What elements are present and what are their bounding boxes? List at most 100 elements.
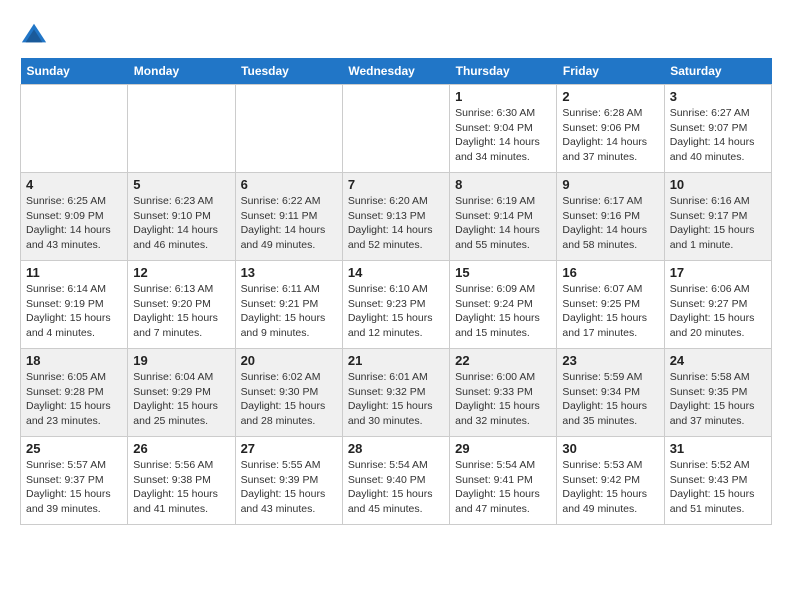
day-info: Sunrise: 6:11 AMSunset: 9:21 PMDaylight:… bbox=[241, 282, 337, 341]
day-number: 22 bbox=[455, 353, 551, 368]
day-header-wednesday: Wednesday bbox=[342, 58, 449, 85]
days-header-row: SundayMondayTuesdayWednesdayThursdayFrid… bbox=[21, 58, 772, 85]
day-info: Sunrise: 6:02 AMSunset: 9:30 PMDaylight:… bbox=[241, 370, 337, 429]
day-number: 18 bbox=[26, 353, 122, 368]
day-info: Sunrise: 6:01 AMSunset: 9:32 PMDaylight:… bbox=[348, 370, 444, 429]
calendar-cell bbox=[21, 85, 128, 173]
day-info: Sunrise: 5:56 AMSunset: 9:38 PMDaylight:… bbox=[133, 458, 229, 517]
day-info: Sunrise: 6:27 AMSunset: 9:07 PMDaylight:… bbox=[670, 106, 766, 165]
calendar-cell bbox=[342, 85, 449, 173]
calendar-cell: 11Sunrise: 6:14 AMSunset: 9:19 PMDayligh… bbox=[21, 261, 128, 349]
day-number: 10 bbox=[670, 177, 766, 192]
calendar-table: SundayMondayTuesdayWednesdayThursdayFrid… bbox=[20, 58, 772, 525]
day-info: Sunrise: 5:53 AMSunset: 9:42 PMDaylight:… bbox=[562, 458, 658, 517]
calendar-week-2: 4 Sunrise: 6:25 AMSunset: 9:09 PMDaylight… bbox=[21, 173, 772, 261]
day-header-thursday: Thursday bbox=[450, 58, 557, 85]
day-number: 6 bbox=[241, 177, 337, 192]
calendar-cell: 28Sunrise: 5:54 AMSunset: 9:40 PMDayligh… bbox=[342, 437, 449, 525]
calendar-week-1: 1Sunrise: 6:30 AMSunset: 9:04 PMDaylight… bbox=[21, 85, 772, 173]
day-info: Sunrise: 6:23 AMSunset: 9:10 PMDaylight:… bbox=[133, 194, 229, 253]
day-number: 3 bbox=[670, 89, 766, 104]
day-number: 9 bbox=[562, 177, 658, 192]
calendar-cell: 2 Sunrise: 6:28 AMSunset: 9:06 PMDaylight… bbox=[557, 85, 664, 173]
day-info: Sunrise: 5:57 AMSunset: 9:37 PMDaylight:… bbox=[26, 458, 122, 517]
day-info: Sunrise: 6:17 AMSunset: 9:16 PMDaylight:… bbox=[562, 194, 658, 253]
calendar-cell: 4 Sunrise: 6:25 AMSunset: 9:09 PMDaylight… bbox=[21, 173, 128, 261]
calendar-cell: 6 Sunrise: 6:22 AMSunset: 9:11 PMDaylight… bbox=[235, 173, 342, 261]
page-header bbox=[20, 20, 772, 48]
day-number: 27 bbox=[241, 441, 337, 456]
calendar-cell: 30 Sunrise: 5:53 AMSunset: 9:42 PMDayligh… bbox=[557, 437, 664, 525]
day-info: Sunrise: 5:58 AMSunset: 9:35 PMDaylight:… bbox=[670, 370, 766, 429]
day-info: Sunrise: 5:54 AMSunset: 9:41 PMDaylight:… bbox=[455, 458, 551, 517]
day-info: Sunrise: 6:25 AMSunset: 9:09 PMDaylight:… bbox=[26, 194, 122, 253]
calendar-cell: 27 Sunrise: 5:55 AMSunset: 9:39 PMDayligh… bbox=[235, 437, 342, 525]
day-number: 23 bbox=[562, 353, 658, 368]
day-info: Sunrise: 6:06 AMSunset: 9:27 PMDaylight:… bbox=[670, 282, 766, 341]
calendar-week-4: 18 Sunrise: 6:05 AMSunset: 9:28 PMDayligh… bbox=[21, 349, 772, 437]
day-header-friday: Friday bbox=[557, 58, 664, 85]
day-number: 31 bbox=[670, 441, 766, 456]
day-info: Sunrise: 6:14 AMSunset: 9:19 PMDaylight:… bbox=[26, 282, 122, 341]
calendar-cell: 16 Sunrise: 6:07 AMSunset: 9:25 PMDayligh… bbox=[557, 261, 664, 349]
calendar-cell: 5 Sunrise: 6:23 AMSunset: 9:10 PMDaylight… bbox=[128, 173, 235, 261]
day-info: Sunrise: 6:19 AMSunset: 9:14 PMDaylight:… bbox=[455, 194, 551, 253]
calendar-cell: 17 Sunrise: 6:06 AMSunset: 9:27 PMDayligh… bbox=[664, 261, 771, 349]
calendar-cell: 14Sunrise: 6:10 AMSunset: 9:23 PMDayligh… bbox=[342, 261, 449, 349]
day-number: 24 bbox=[670, 353, 766, 368]
day-number: 12 bbox=[133, 265, 229, 280]
day-header-sunday: Sunday bbox=[21, 58, 128, 85]
day-info: Sunrise: 6:00 AMSunset: 9:33 PMDaylight:… bbox=[455, 370, 551, 429]
day-header-tuesday: Tuesday bbox=[235, 58, 342, 85]
day-number: 20 bbox=[241, 353, 337, 368]
day-info: Sunrise: 6:10 AMSunset: 9:23 PMDaylight:… bbox=[348, 282, 444, 341]
day-number: 8 bbox=[455, 177, 551, 192]
calendar-cell: 29 Sunrise: 5:54 AMSunset: 9:41 PMDayligh… bbox=[450, 437, 557, 525]
calendar-cell: 1Sunrise: 6:30 AMSunset: 9:04 PMDaylight… bbox=[450, 85, 557, 173]
day-number: 16 bbox=[562, 265, 658, 280]
calendar-cell: 23 Sunrise: 5:59 AMSunset: 9:34 PMDayligh… bbox=[557, 349, 664, 437]
day-info: Sunrise: 6:30 AMSunset: 9:04 PMDaylight:… bbox=[455, 106, 551, 165]
day-info: Sunrise: 6:13 AMSunset: 9:20 PMDaylight:… bbox=[133, 282, 229, 341]
calendar-cell: 22 Sunrise: 6:00 AMSunset: 9:33 PMDayligh… bbox=[450, 349, 557, 437]
day-number: 2 bbox=[562, 89, 658, 104]
day-number: 17 bbox=[670, 265, 766, 280]
day-number: 4 bbox=[26, 177, 122, 192]
day-number: 26 bbox=[133, 441, 229, 456]
day-info: Sunrise: 6:04 AMSunset: 9:29 PMDaylight:… bbox=[133, 370, 229, 429]
day-number: 5 bbox=[133, 177, 229, 192]
calendar-cell: 18 Sunrise: 6:05 AMSunset: 9:28 PMDayligh… bbox=[21, 349, 128, 437]
day-header-saturday: Saturday bbox=[664, 58, 771, 85]
day-info: Sunrise: 5:59 AMSunset: 9:34 PMDaylight:… bbox=[562, 370, 658, 429]
day-number: 29 bbox=[455, 441, 551, 456]
logo-icon bbox=[20, 20, 48, 48]
day-header-monday: Monday bbox=[128, 58, 235, 85]
calendar-cell: 26 Sunrise: 5:56 AMSunset: 9:38 PMDayligh… bbox=[128, 437, 235, 525]
calendar-week-3: 11Sunrise: 6:14 AMSunset: 9:19 PMDayligh… bbox=[21, 261, 772, 349]
day-number: 28 bbox=[348, 441, 444, 456]
calendar-cell: 13 Sunrise: 6:11 AMSunset: 9:21 PMDayligh… bbox=[235, 261, 342, 349]
day-info: Sunrise: 6:07 AMSunset: 9:25 PMDaylight:… bbox=[562, 282, 658, 341]
day-info: Sunrise: 6:16 AMSunset: 9:17 PMDaylight:… bbox=[670, 194, 766, 253]
day-info: Sunrise: 6:22 AMSunset: 9:11 PMDaylight:… bbox=[241, 194, 337, 253]
day-number: 13 bbox=[241, 265, 337, 280]
calendar-week-5: 25 Sunrise: 5:57 AMSunset: 9:37 PMDayligh… bbox=[21, 437, 772, 525]
day-number: 19 bbox=[133, 353, 229, 368]
calendar-cell: 21Sunrise: 6:01 AMSunset: 9:32 PMDayligh… bbox=[342, 349, 449, 437]
calendar-cell bbox=[128, 85, 235, 173]
calendar-cell: 7Sunrise: 6:20 AMSunset: 9:13 PMDaylight… bbox=[342, 173, 449, 261]
day-number: 30 bbox=[562, 441, 658, 456]
day-number: 25 bbox=[26, 441, 122, 456]
calendar-cell: 10 Sunrise: 6:16 AMSunset: 9:17 PMDayligh… bbox=[664, 173, 771, 261]
day-number: 15 bbox=[455, 265, 551, 280]
calendar-cell: 20 Sunrise: 6:02 AMSunset: 9:30 PMDayligh… bbox=[235, 349, 342, 437]
day-info: Sunrise: 6:05 AMSunset: 9:28 PMDaylight:… bbox=[26, 370, 122, 429]
day-info: Sunrise: 6:20 AMSunset: 9:13 PMDaylight:… bbox=[348, 194, 444, 253]
calendar-cell: 15Sunrise: 6:09 AMSunset: 9:24 PMDayligh… bbox=[450, 261, 557, 349]
calendar-cell: 3 Sunrise: 6:27 AMSunset: 9:07 PMDaylight… bbox=[664, 85, 771, 173]
calendar-cell: 12 Sunrise: 6:13 AMSunset: 9:20 PMDayligh… bbox=[128, 261, 235, 349]
day-info: Sunrise: 6:28 AMSunset: 9:06 PMDaylight:… bbox=[562, 106, 658, 165]
calendar-cell bbox=[235, 85, 342, 173]
day-info: Sunrise: 5:55 AMSunset: 9:39 PMDaylight:… bbox=[241, 458, 337, 517]
logo bbox=[20, 20, 52, 48]
